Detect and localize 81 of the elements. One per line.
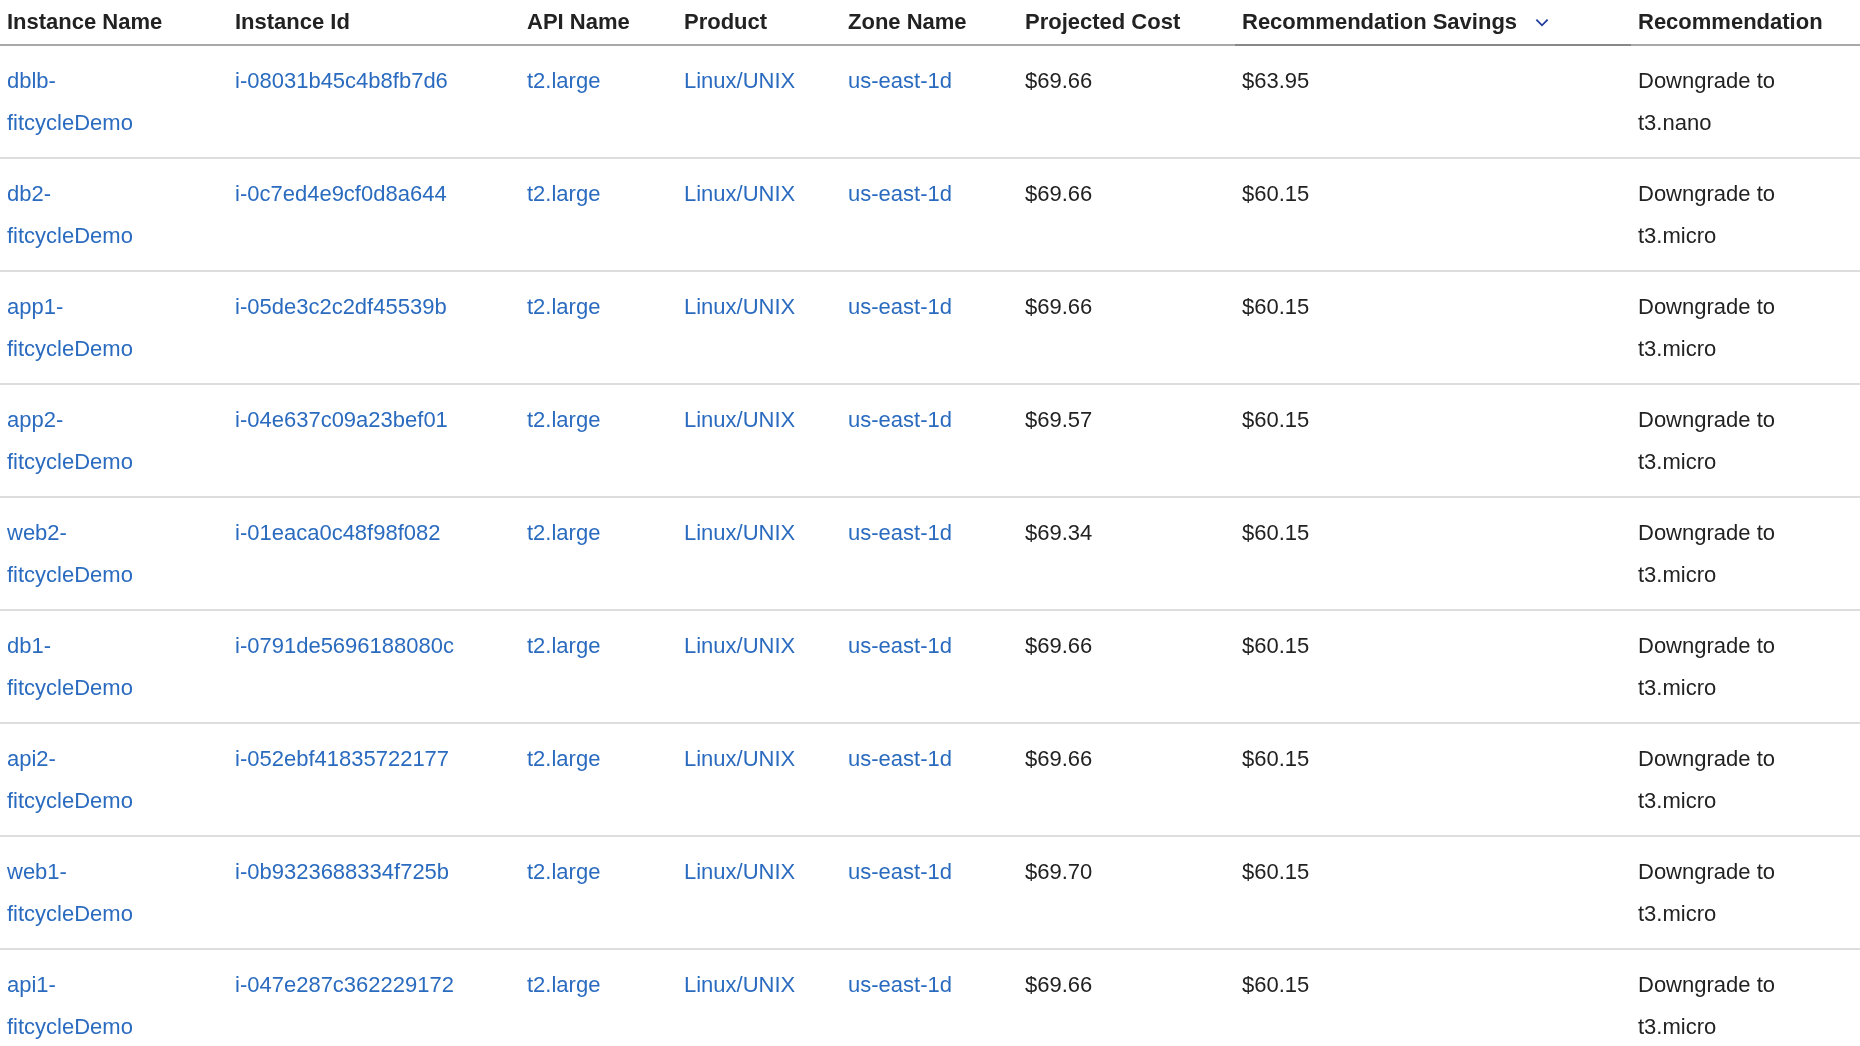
savings-cell-text: $60.15 bbox=[1242, 406, 1311, 434]
instance-name-link[interactable]: web2-fitcycleDemo bbox=[7, 512, 168, 596]
recommendation-cell-text: Downgrade to t3.micro bbox=[1638, 519, 1776, 589]
savings-cell-text: $60.15 bbox=[1242, 180, 1311, 208]
recommendation-cell-text: Downgrade to t3.micro bbox=[1638, 180, 1776, 250]
instance-name-link[interactable]: app2-fitcycleDemo bbox=[7, 399, 168, 483]
savings-cell-text: $60.15 bbox=[1242, 745, 1311, 773]
recommendation-cell-text: Downgrade to t3.micro bbox=[1638, 406, 1776, 476]
zone-name-link[interactable]: us-east-1d bbox=[848, 294, 952, 319]
api-name-link[interactable]: t2.large bbox=[527, 68, 601, 93]
api-name-link[interactable]: t2.large bbox=[527, 407, 601, 432]
product-link[interactable]: Linux/UNIX bbox=[684, 859, 796, 884]
product-link[interactable]: Linux/UNIX bbox=[684, 294, 796, 319]
projected-cost-cell-text: $69.70 bbox=[1025, 858, 1094, 886]
recommendation-cell-text: Downgrade to t3.nano bbox=[1638, 67, 1776, 137]
column-header[interactable]: API Name bbox=[527, 9, 630, 35]
recommendation-cell-text: Downgrade to t3.micro bbox=[1638, 293, 1776, 363]
column-header[interactable]: Zone Name bbox=[848, 9, 967, 35]
instance-id-link[interactable]: i-0791de5696188080c bbox=[235, 633, 454, 658]
zone-name-link[interactable]: us-east-1d bbox=[848, 859, 952, 884]
savings-cell-text: $63.95 bbox=[1242, 67, 1311, 95]
product-link[interactable]: Linux/UNIX bbox=[684, 746, 796, 771]
instance-name-link[interactable]: api1-fitcycleDemo bbox=[7, 964, 168, 1046]
column-header[interactable]: Recommendation Savings bbox=[1242, 9, 1518, 35]
column-header[interactable]: Recommendation bbox=[1638, 9, 1823, 35]
instance-name-link[interactable]: db2-fitcycleDemo bbox=[7, 173, 168, 257]
product-link[interactable]: Linux/UNIX bbox=[684, 68, 796, 93]
product-link[interactable]: Linux/UNIX bbox=[684, 972, 796, 997]
projected-cost-cell-text: $69.66 bbox=[1025, 180, 1094, 208]
product-link[interactable]: Linux/UNIX bbox=[684, 633, 796, 658]
api-name-link[interactable]: t2.large bbox=[527, 294, 601, 319]
instance-name-link[interactable]: app1-fitcycleDemo bbox=[7, 286, 168, 370]
instance-id-link[interactable]: i-047e287c362229172 bbox=[235, 972, 454, 997]
projected-cost-cell-text: $69.66 bbox=[1025, 293, 1094, 321]
projected-cost-cell-text: $69.66 bbox=[1025, 632, 1094, 660]
instance-id-link[interactable]: i-0c7ed4e9cf0d8a644 bbox=[235, 181, 447, 206]
api-name-link[interactable]: t2.large bbox=[527, 859, 601, 884]
api-name-link[interactable]: t2.large bbox=[527, 181, 601, 206]
projected-cost-cell-text: $69.57 bbox=[1025, 406, 1094, 434]
instance-name-link[interactable]: dblb-fitcycleDemo bbox=[7, 60, 168, 144]
column-header[interactable]: Projected Cost bbox=[1025, 9, 1181, 35]
recommendation-cell-text: Downgrade to t3.micro bbox=[1638, 745, 1776, 815]
instance-name-link[interactable]: db1-fitcycleDemo bbox=[7, 625, 168, 709]
projected-cost-cell-text: $69.66 bbox=[1025, 67, 1094, 95]
recommendation-cell-text: Downgrade to t3.micro bbox=[1638, 858, 1776, 928]
projected-cost-cell-text: $69.66 bbox=[1025, 745, 1094, 773]
api-name-link[interactable]: t2.large bbox=[527, 520, 601, 545]
instance-id-link[interactable]: i-0b9323688334f725b bbox=[235, 859, 450, 884]
instance-name-link[interactable]: api2-fitcycleDemo bbox=[7, 738, 168, 822]
zone-name-link[interactable]: us-east-1d bbox=[848, 68, 952, 93]
instance-name-link[interactable]: web1-fitcycleDemo bbox=[7, 851, 168, 935]
zone-name-link[interactable]: us-east-1d bbox=[848, 633, 952, 658]
column-header[interactable]: Product bbox=[684, 9, 768, 35]
projected-cost-cell-text: $69.66 bbox=[1025, 971, 1094, 999]
product-link[interactable]: Linux/UNIX bbox=[684, 407, 796, 432]
product-link[interactable]: Linux/UNIX bbox=[684, 181, 796, 206]
instance-id-link[interactable]: i-05de3c2c2df45539b bbox=[235, 294, 447, 319]
api-name-link[interactable]: t2.large bbox=[527, 746, 601, 771]
zone-name-link[interactable]: us-east-1d bbox=[848, 746, 952, 771]
zone-name-link[interactable]: us-east-1d bbox=[848, 407, 952, 432]
column-header[interactable]: Instance Name bbox=[7, 9, 163, 35]
savings-cell-text: $60.15 bbox=[1242, 632, 1311, 660]
projected-cost-cell-text: $69.34 bbox=[1025, 519, 1094, 547]
instance-id-link[interactable]: i-01eaca0c48f98f082 bbox=[235, 520, 441, 545]
recommendation-cell-text: Downgrade to t3.micro bbox=[1638, 632, 1776, 702]
product-link[interactable]: Linux/UNIX bbox=[684, 520, 796, 545]
zone-name-link[interactable]: us-east-1d bbox=[848, 520, 952, 545]
savings-cell-text: $60.15 bbox=[1242, 293, 1311, 321]
savings-cell-text: $60.15 bbox=[1242, 858, 1311, 886]
savings-cell-text: $60.15 bbox=[1242, 971, 1311, 999]
api-name-link[interactable]: t2.large bbox=[527, 972, 601, 997]
zone-name-link[interactable]: us-east-1d bbox=[848, 972, 952, 997]
sort-caret-icon[interactable] bbox=[1535, 17, 1550, 27]
instance-id-link[interactable]: i-052ebf41835722177 bbox=[235, 746, 450, 771]
zone-name-link[interactable]: us-east-1d bbox=[848, 181, 952, 206]
savings-cell-text: $60.15 bbox=[1242, 519, 1311, 547]
recommendation-cell-text: Downgrade to t3.micro bbox=[1638, 971, 1776, 1041]
instance-id-link[interactable]: i-04e637c09a23bef01 bbox=[235, 407, 448, 432]
column-header[interactable]: Instance Id bbox=[235, 9, 350, 35]
api-name-link[interactable]: t2.large bbox=[527, 633, 601, 658]
instance-id-link[interactable]: i-08031b45c4b8fb7d6 bbox=[235, 68, 448, 93]
